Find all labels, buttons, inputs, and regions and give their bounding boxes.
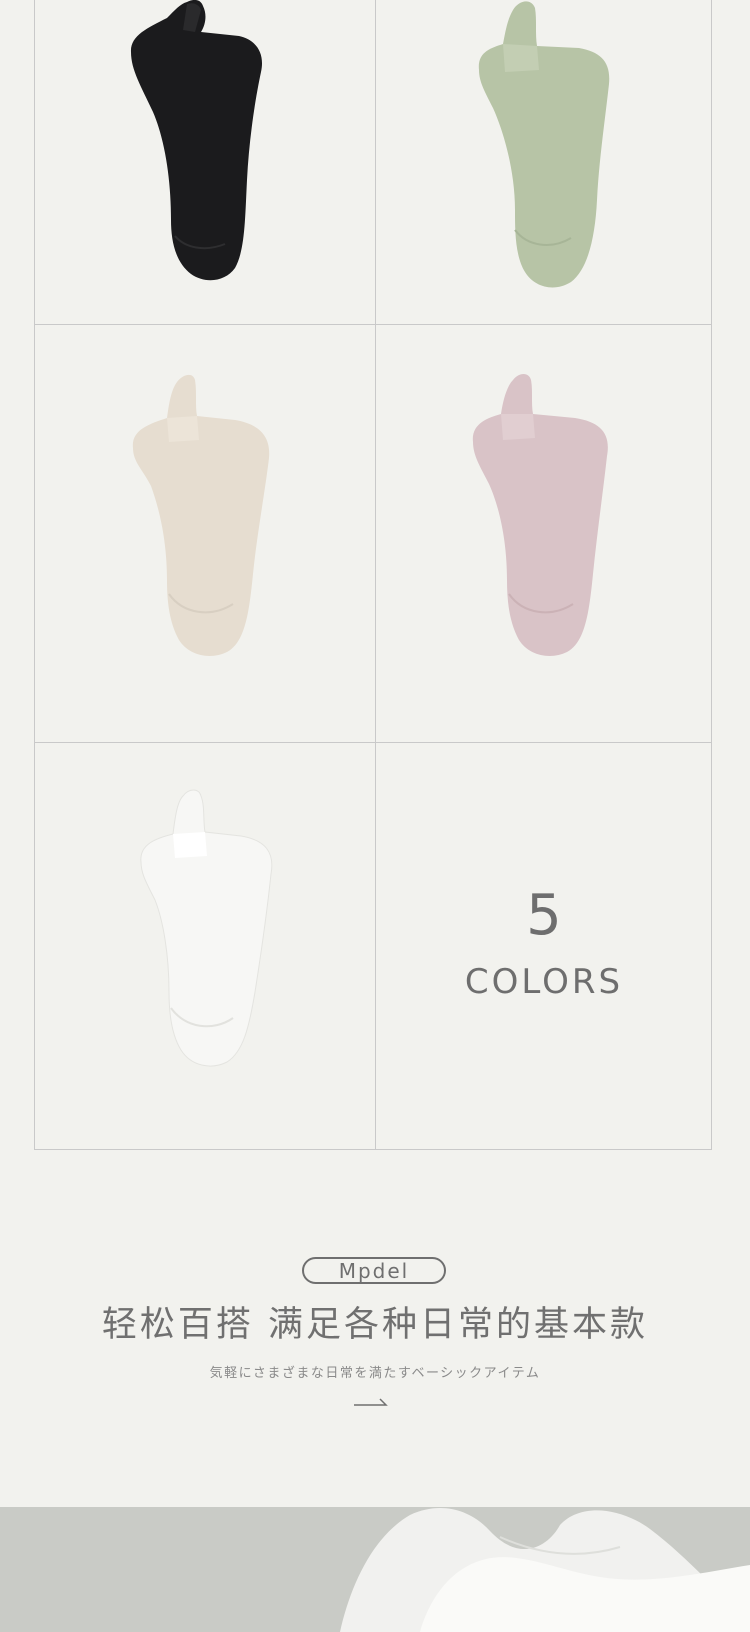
brand-badge-text: Mpdel (338, 1258, 410, 1283)
product-tile-beige[interactable] (35, 324, 375, 742)
section-subline: 気軽にさまざまな日常を満たすベーシックアイテム (209, 1366, 541, 1381)
product-tile-dusty-pink[interactable] (375, 324, 713, 742)
product-tile-white[interactable] (35, 742, 375, 1150)
sock-image-white (140, 789, 273, 1067)
arrow-right-icon (354, 1398, 388, 1406)
section-headline: 轻松百搭 满足各种日常的基本款 (101, 1305, 649, 1345)
sock-image-dusty-pink (472, 374, 608, 656)
sock-image-sage-green (478, 1, 610, 288)
product-color-grid: 5 COLORS (34, 0, 712, 1150)
sock-image-black (130, 0, 262, 281)
sock-image-beige (132, 374, 270, 656)
brand-badge: Mpdel (302, 1257, 446, 1284)
lifestyle-photo (0, 1507, 750, 1632)
colors-label: COLORS (464, 962, 624, 1002)
product-tile-black[interactable] (35, 0, 375, 324)
product-tile-sage-green[interactable] (375, 0, 713, 324)
color-count: 5 (526, 883, 562, 948)
